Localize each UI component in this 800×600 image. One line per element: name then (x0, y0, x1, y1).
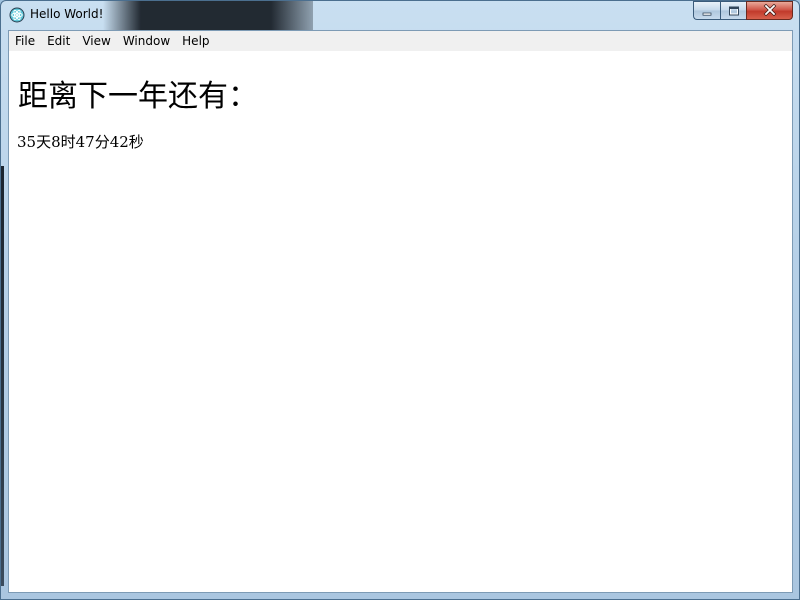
title-bar[interactable]: Hello World! (1, 1, 799, 30)
maximize-button[interactable] (720, 1, 746, 20)
close-icon (763, 1, 777, 20)
menu-bar: File Edit View Window Help (9, 31, 792, 51)
menu-help[interactable]: Help (176, 31, 215, 51)
maximize-icon (728, 1, 740, 20)
titlebar-shadow (103, 1, 313, 30)
window-controls (693, 1, 793, 22)
page-heading: 距离下一年还有： (18, 79, 258, 114)
menu-file[interactable]: File (9, 31, 41, 51)
minimize-icon (702, 1, 712, 20)
minimize-button[interactable] (693, 1, 720, 20)
client-area: File Edit View Window Help 距离下一年还有： 35天8… (8, 30, 793, 593)
app-window: Hello World! File Edit View Window Help … (0, 0, 800, 600)
menu-window[interactable]: Window (117, 31, 176, 51)
countdown-text: 35天8时47分42秒 (17, 133, 144, 151)
window-title: Hello World! (30, 7, 104, 21)
menu-edit[interactable]: Edit (41, 31, 76, 51)
close-button[interactable] (746, 1, 793, 20)
electron-atom-icon[interactable] (9, 7, 25, 23)
page-content: 距离下一年还有： 35天8时47分42秒 (9, 51, 792, 592)
menu-view[interactable]: View (76, 31, 116, 51)
window-edge-shadow (1, 166, 4, 586)
